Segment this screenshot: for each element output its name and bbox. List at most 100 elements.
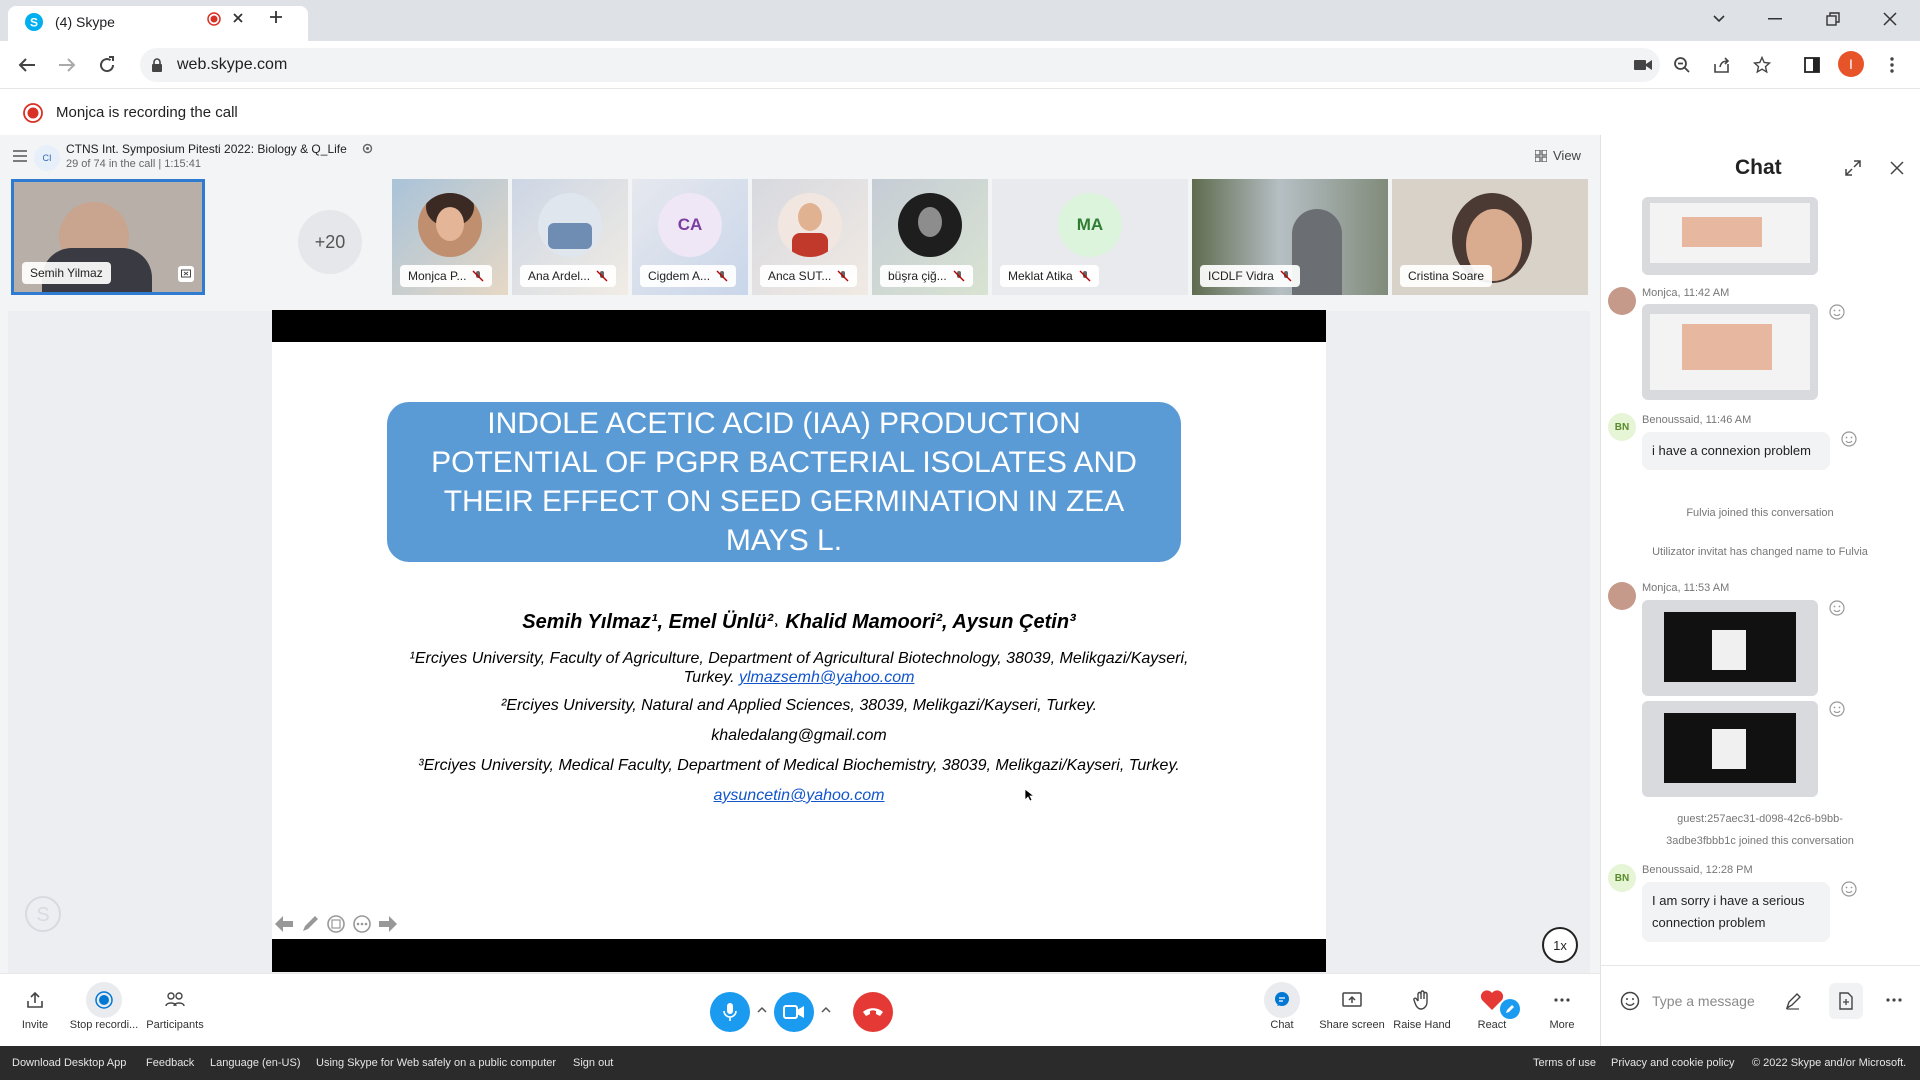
hamburger-menu-icon[interactable] bbox=[13, 150, 27, 162]
react-smiley-icon[interactable] bbox=[1829, 701, 1845, 717]
more-participants-button[interactable]: +20 bbox=[298, 210, 362, 274]
participant-tile[interactable]: ICDLF Vidra bbox=[1192, 179, 1388, 295]
download-app-link[interactable]: Download Desktop App bbox=[12, 1057, 126, 1069]
hang-up-icon bbox=[863, 1008, 883, 1016]
url-text[interactable]: web.skype.com bbox=[177, 56, 287, 74]
participant-tile[interactable]: Anca SUT... bbox=[752, 179, 868, 295]
call-title[interactable]: CTNS Int. Symposium Pitesti 2022: Biolog… bbox=[66, 142, 347, 156]
close-chat-icon[interactable] bbox=[1890, 161, 1904, 175]
browser-menu-icon[interactable] bbox=[1876, 49, 1908, 81]
svg-text:S: S bbox=[30, 16, 38, 30]
svg-text:S: S bbox=[36, 904, 49, 926]
sign-out-link[interactable]: Sign out bbox=[573, 1057, 613, 1069]
camera-in-use-icon[interactable] bbox=[1627, 49, 1659, 81]
share-screen-button[interactable]: Share screen bbox=[1312, 985, 1392, 1031]
attach-file-button[interactable] bbox=[1829, 983, 1863, 1019]
more-button[interactable]: More bbox=[1522, 985, 1602, 1031]
minimize-window-icon[interactable] bbox=[1759, 3, 1791, 35]
email-link-3[interactable]: aysuncetin@yahoo.com bbox=[714, 787, 885, 804]
chat-button[interactable]: Chat bbox=[1242, 982, 1322, 1031]
emoji-icon[interactable] bbox=[1620, 991, 1640, 1011]
chat-image-thumbnail[interactable] bbox=[1642, 197, 1818, 275]
slide-more-icon[interactable] bbox=[352, 914, 372, 934]
chat-message-text: i have a connexion problem bbox=[1642, 432, 1830, 470]
settings-gear-icon[interactable] bbox=[362, 143, 373, 154]
reload-icon[interactable] bbox=[91, 49, 123, 81]
chat-image-thumbnail[interactable] bbox=[1642, 304, 1818, 400]
microphone-button[interactable] bbox=[710, 992, 750, 1032]
mic-options-chevron-icon[interactable] bbox=[757, 1006, 767, 1013]
file-icon bbox=[1839, 992, 1853, 1010]
letterbox-bottom bbox=[272, 939, 1326, 972]
participant-name: Anca SUT... bbox=[760, 265, 858, 287]
stop-recording-button[interactable]: Stop recordi... bbox=[64, 982, 144, 1031]
raise-hand-icon bbox=[1413, 990, 1428, 1010]
react-smiley-icon[interactable] bbox=[1841, 431, 1857, 447]
pen-tool-icon[interactable] bbox=[300, 914, 320, 934]
raise-hand-button[interactable]: Raise Hand bbox=[1382, 985, 1462, 1031]
address-bar[interactable] bbox=[140, 48, 1660, 82]
privacy-link[interactable]: Privacy and cookie policy bbox=[1611, 1057, 1735, 1069]
playback-speed-button[interactable]: 1x bbox=[1542, 927, 1578, 963]
slide-grid-icon[interactable] bbox=[326, 914, 346, 934]
public-computer-link[interactable]: Using Skype for Web safely on a public c… bbox=[316, 1057, 556, 1069]
zoom-icon[interactable] bbox=[1666, 49, 1698, 81]
close-window-icon[interactable] bbox=[1874, 3, 1906, 35]
message-input[interactable]: Type a message bbox=[1652, 983, 1786, 1019]
participants-button[interactable]: Participants bbox=[135, 985, 215, 1031]
letterbox-top bbox=[272, 310, 1326, 342]
email-link-1[interactable]: ylmazsemh@yahoo.com bbox=[739, 669, 914, 686]
close-tab-icon[interactable] bbox=[222, 2, 254, 34]
slide-affiliation-2: ²Erciyes University, Natural and Applied… bbox=[500, 697, 1098, 714]
pen-draw-icon[interactable] bbox=[1784, 991, 1802, 1011]
back-arrow-icon[interactable] bbox=[11, 49, 43, 81]
react-smiley-icon[interactable] bbox=[1829, 600, 1845, 616]
slide-affiliation-1-cont: Turkey. ylmazsemh@yahoo.com bbox=[683, 669, 915, 686]
slide-nav-controls bbox=[274, 914, 398, 934]
participant-tile[interactable]: Monjca P... bbox=[392, 179, 508, 295]
lock-icon[interactable] bbox=[151, 58, 163, 72]
react-button[interactable]: React bbox=[1452, 985, 1532, 1031]
bookmark-star-icon[interactable] bbox=[1746, 49, 1778, 81]
chat-more-icon[interactable] bbox=[1886, 998, 1902, 1002]
prev-slide-icon[interactable] bbox=[274, 915, 294, 933]
participant-name: Ana Ardel... bbox=[520, 265, 617, 287]
profile-avatar[interactable]: I bbox=[1838, 51, 1864, 77]
chat-image-thumbnail[interactable] bbox=[1642, 600, 1818, 696]
chat-image-thumbnail[interactable] bbox=[1642, 701, 1818, 797]
monjca-avatar[interactable] bbox=[1608, 582, 1636, 610]
share-icon[interactable] bbox=[1706, 49, 1738, 81]
hang-up-button[interactable] bbox=[853, 992, 893, 1032]
react-smiley-icon[interactable] bbox=[1841, 881, 1857, 897]
grid-icon bbox=[1535, 149, 1547, 162]
next-slide-icon[interactable] bbox=[378, 915, 398, 933]
more-dots-icon bbox=[1554, 998, 1570, 1002]
participant-tile[interactable]: Ana Ardel... bbox=[512, 179, 628, 295]
participant-name: Monjca P... bbox=[400, 265, 493, 287]
language-link[interactable]: Language (en-US) bbox=[210, 1057, 301, 1069]
side-panel-icon[interactable] bbox=[1796, 49, 1828, 81]
camera-options-chevron-icon[interactable] bbox=[821, 1006, 831, 1013]
terms-link[interactable]: Terms of use bbox=[1533, 1057, 1596, 1069]
camera-button[interactable] bbox=[774, 992, 814, 1032]
view-layout-button[interactable]: View bbox=[1535, 148, 1581, 163]
chat-message-text: I am sorry i have a serious connection p… bbox=[1642, 882, 1830, 942]
mic-muted-icon bbox=[953, 270, 965, 282]
monjca-avatar[interactable] bbox=[1608, 287, 1636, 315]
benoussaid-avatar[interactable]: BN bbox=[1608, 864, 1636, 892]
recording-tab-icon bbox=[207, 12, 221, 26]
react-smiley-icon[interactable] bbox=[1829, 304, 1845, 320]
participant-tile-self[interactable]: Semih Yilmaz bbox=[11, 179, 205, 295]
new-tab-icon[interactable] bbox=[260, 1, 292, 33]
benoussaid-avatar[interactable]: BN bbox=[1608, 413, 1636, 441]
tab-search-chevron-icon[interactable] bbox=[1703, 3, 1735, 35]
participant-tile[interactable]: büşra çiğ... bbox=[872, 179, 988, 295]
participant-tile[interactable]: Cristina Soare bbox=[1392, 179, 1588, 295]
restore-window-icon[interactable] bbox=[1817, 3, 1849, 35]
participant-tile[interactable]: CA Cigdem A... bbox=[632, 179, 748, 295]
forward-arrow-icon[interactable] bbox=[51, 49, 83, 81]
feedback-link[interactable]: Feedback bbox=[146, 1057, 194, 1069]
expand-chat-icon[interactable] bbox=[1845, 160, 1861, 176]
participant-tile[interactable]: MA Meklat Atika bbox=[992, 179, 1188, 295]
group-avatar[interactable]: CI bbox=[34, 145, 60, 171]
